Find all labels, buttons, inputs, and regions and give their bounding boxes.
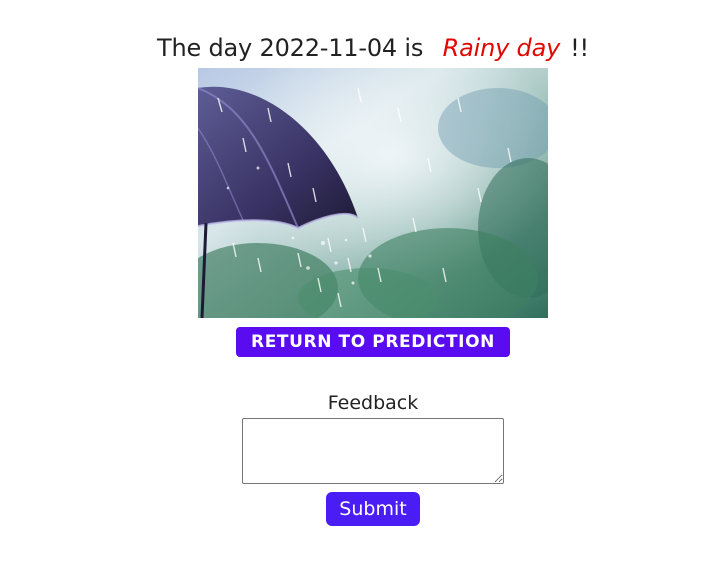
prediction-heading: The day 2022-11-04 is Rainy day!!: [0, 30, 712, 66]
heading-suffix: !!: [570, 34, 589, 62]
feedback-textarea[interactable]: [242, 418, 504, 484]
prediction-result-page: The day 2022-11-04 is Rainy day!! RETURN…: [0, 0, 712, 572]
rain-umbrella-image: [198, 68, 548, 318]
prediction-date: 2022-11-04: [259, 34, 398, 62]
weather-prediction: Rainy day: [442, 34, 561, 62]
return-to-prediction-button[interactable]: RETURN TO PREDICTION: [236, 327, 510, 357]
heading-prefix: The day: [157, 34, 253, 62]
submit-button[interactable]: Submit: [326, 492, 420, 526]
feedback-label: Feedback: [327, 392, 419, 414]
heading-verb: is: [404, 34, 424, 62]
